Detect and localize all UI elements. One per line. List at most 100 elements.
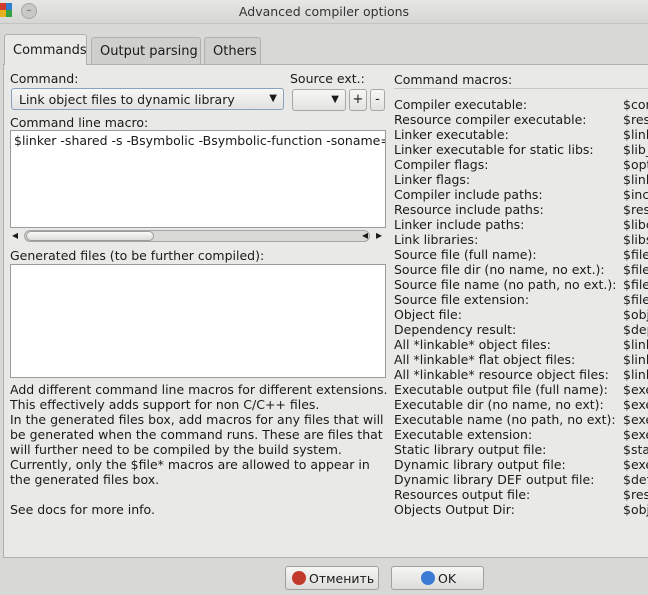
ok-button[interactable]: OK	[391, 566, 484, 590]
generated-files-label: Generated files (to be further compiled)…	[10, 248, 265, 263]
macro-value: $exe	[623, 412, 648, 427]
checkmark-icon	[421, 571, 435, 585]
scroll-left-icon[interactable]: ◂	[362, 228, 368, 242]
macro-row: Dynamic library DEF output file: $def	[394, 472, 648, 487]
macro-row: Source file name (no path, no ext.): $fil…	[394, 277, 648, 292]
macro-row: Linker executable for static libs: $lib_	[394, 142, 648, 157]
macro-row: Compiler flags: $opt	[394, 157, 648, 172]
macro-value: $res	[623, 487, 648, 502]
command-line-value: $linker -shared -s -Bsymbolic -Bsymbolic…	[14, 133, 386, 148]
macro-value: $link	[623, 337, 648, 352]
macro-name: Compiler executable:	[394, 97, 528, 112]
macro-name: Dynamic library DEF output file:	[394, 472, 595, 487]
help-text: Add different command line macros for di…	[10, 382, 388, 517]
remove-extension-button[interactable]: -	[370, 89, 385, 111]
macro-value: $res	[623, 112, 648, 127]
macro-value: $link	[623, 127, 648, 142]
tab-others[interactable]: Others	[204, 37, 261, 64]
macro-name: Object file:	[394, 307, 462, 322]
macro-name: Compiler flags:	[394, 157, 489, 172]
macro-name: Dependency result:	[394, 322, 517, 337]
macro-row: Executable extension: $exe	[394, 427, 648, 442]
help-paragraph: Currently, only the $file* macros are al…	[10, 457, 370, 487]
macro-row: Dynamic library output file: $exe	[394, 457, 648, 472]
macro-row: Executable dir (no name, no ext): $exe	[394, 397, 648, 412]
macro-value: $def	[623, 472, 648, 487]
command-select-value: Link object files to dynamic library	[19, 92, 235, 107]
macro-value: $libc	[623, 217, 648, 232]
macro-row: Object file: $obj	[394, 307, 648, 322]
macro-name: Source file dir (no name, no ext.):	[394, 262, 605, 277]
macro-row: Linker include paths: $libc	[394, 217, 648, 232]
macro-name: Link libraries:	[394, 232, 479, 247]
macro-name: All *linkable* flat object files:	[394, 352, 576, 367]
generated-files-input[interactable]	[10, 264, 386, 378]
macro-value: $link	[623, 352, 648, 367]
macro-value: $file	[623, 277, 648, 292]
macro-row: Executable output file (full name): $exe	[394, 382, 648, 397]
source-ext-label: Source ext.:	[290, 71, 365, 86]
macro-value: $inc	[623, 187, 648, 202]
window-titlebar: – Advanced compiler options	[0, 0, 648, 24]
macro-row: Linker executable: $link	[394, 127, 648, 142]
macro-row: Compiler executable: $com	[394, 97, 648, 112]
help-paragraph: In the generated files box, add macros f…	[10, 412, 384, 457]
macro-name: Resource include paths:	[394, 202, 544, 217]
macro-value: $link	[623, 172, 648, 187]
help-paragraph: Add different command line macros for di…	[10, 382, 388, 412]
macro-row: Static library output file: $sta	[394, 442, 648, 457]
ok-button-label: OK	[438, 571, 457, 586]
macro-row: Objects Output Dir: $obj	[394, 502, 648, 517]
macro-name: Resource compiler executable:	[394, 112, 587, 127]
macro-row: Resource include paths: $res	[394, 202, 648, 217]
macro-row: Linker flags: $link	[394, 172, 648, 187]
macro-row: Compiler include paths: $inc	[394, 187, 648, 202]
macro-row: Dependency result: $dep	[394, 322, 648, 337]
scroll-right-icon[interactable]: ▸	[376, 228, 382, 242]
macro-name: Executable extension:	[394, 427, 533, 442]
macro-value: $lib_	[623, 142, 648, 157]
chevron-down-icon: ▼	[269, 93, 277, 104]
macro-row: All *linkable* object files: $link	[394, 337, 648, 352]
macro-value: $link	[623, 367, 648, 382]
macro-value: $sta	[623, 442, 648, 457]
macro-name: Linker flags:	[394, 172, 471, 187]
macro-name: Source file extension:	[394, 292, 530, 307]
macro-name: Source file name (no path, no ext.):	[394, 277, 617, 292]
macro-value: $file	[623, 262, 648, 277]
command-line-input[interactable]: $linker -shared -s -Bsymbolic -Bsymbolic…	[10, 130, 386, 228]
command-select[interactable]: Link object files to dynamic library ▼	[11, 88, 284, 110]
command-label: Command:	[10, 71, 79, 86]
source-ext-select[interactable]: ▼	[292, 89, 346, 111]
macros-list: Compiler executable:$comResource compile…	[394, 97, 648, 517]
macro-value: $exe	[623, 397, 648, 412]
add-extension-button[interactable]: +	[349, 89, 367, 111]
macro-row: Resource compiler executable: $res	[394, 112, 648, 127]
macro-row: Resources output file: $res	[394, 487, 648, 502]
command-line-label: Command line macro:	[10, 115, 149, 130]
help-paragraph: See docs for more info.	[10, 502, 155, 517]
macro-row: All *linkable* resource object files: $li…	[394, 367, 648, 382]
cancel-button[interactable]: Отменить	[285, 566, 379, 590]
help-paragraph	[10, 487, 388, 502]
scroll-thumb[interactable]	[26, 231, 154, 241]
macro-value: $exe	[623, 427, 648, 442]
tab-output-parsing[interactable]: Output parsing	[91, 37, 201, 64]
macro-name: Static library output file:	[394, 442, 547, 457]
macro-row: Source file (full name): $file	[394, 247, 648, 262]
macro-value: $obj	[623, 502, 648, 517]
tab-commands[interactable]: Commands	[4, 34, 87, 65]
macro-row: Link libraries: $libs	[394, 232, 648, 247]
macro-name: All *linkable* resource object files:	[394, 367, 609, 382]
macro-value: $exe	[623, 382, 648, 397]
macro-name: Objects Output Dir:	[394, 502, 515, 517]
command-line-hscrollbar[interactable]: ◂ ◂ ▸	[10, 228, 386, 243]
macro-value: $file	[623, 247, 648, 262]
cancel-icon	[292, 571, 306, 585]
macro-row: Executable name (no path, no ext): $exe	[394, 412, 648, 427]
macro-value: $obj	[623, 307, 648, 322]
macro-value: $file	[623, 292, 648, 307]
macro-value: $dep	[623, 322, 648, 337]
scroll-left-icon[interactable]: ◂	[12, 228, 18, 242]
chevron-down-icon: ▼	[331, 94, 339, 105]
